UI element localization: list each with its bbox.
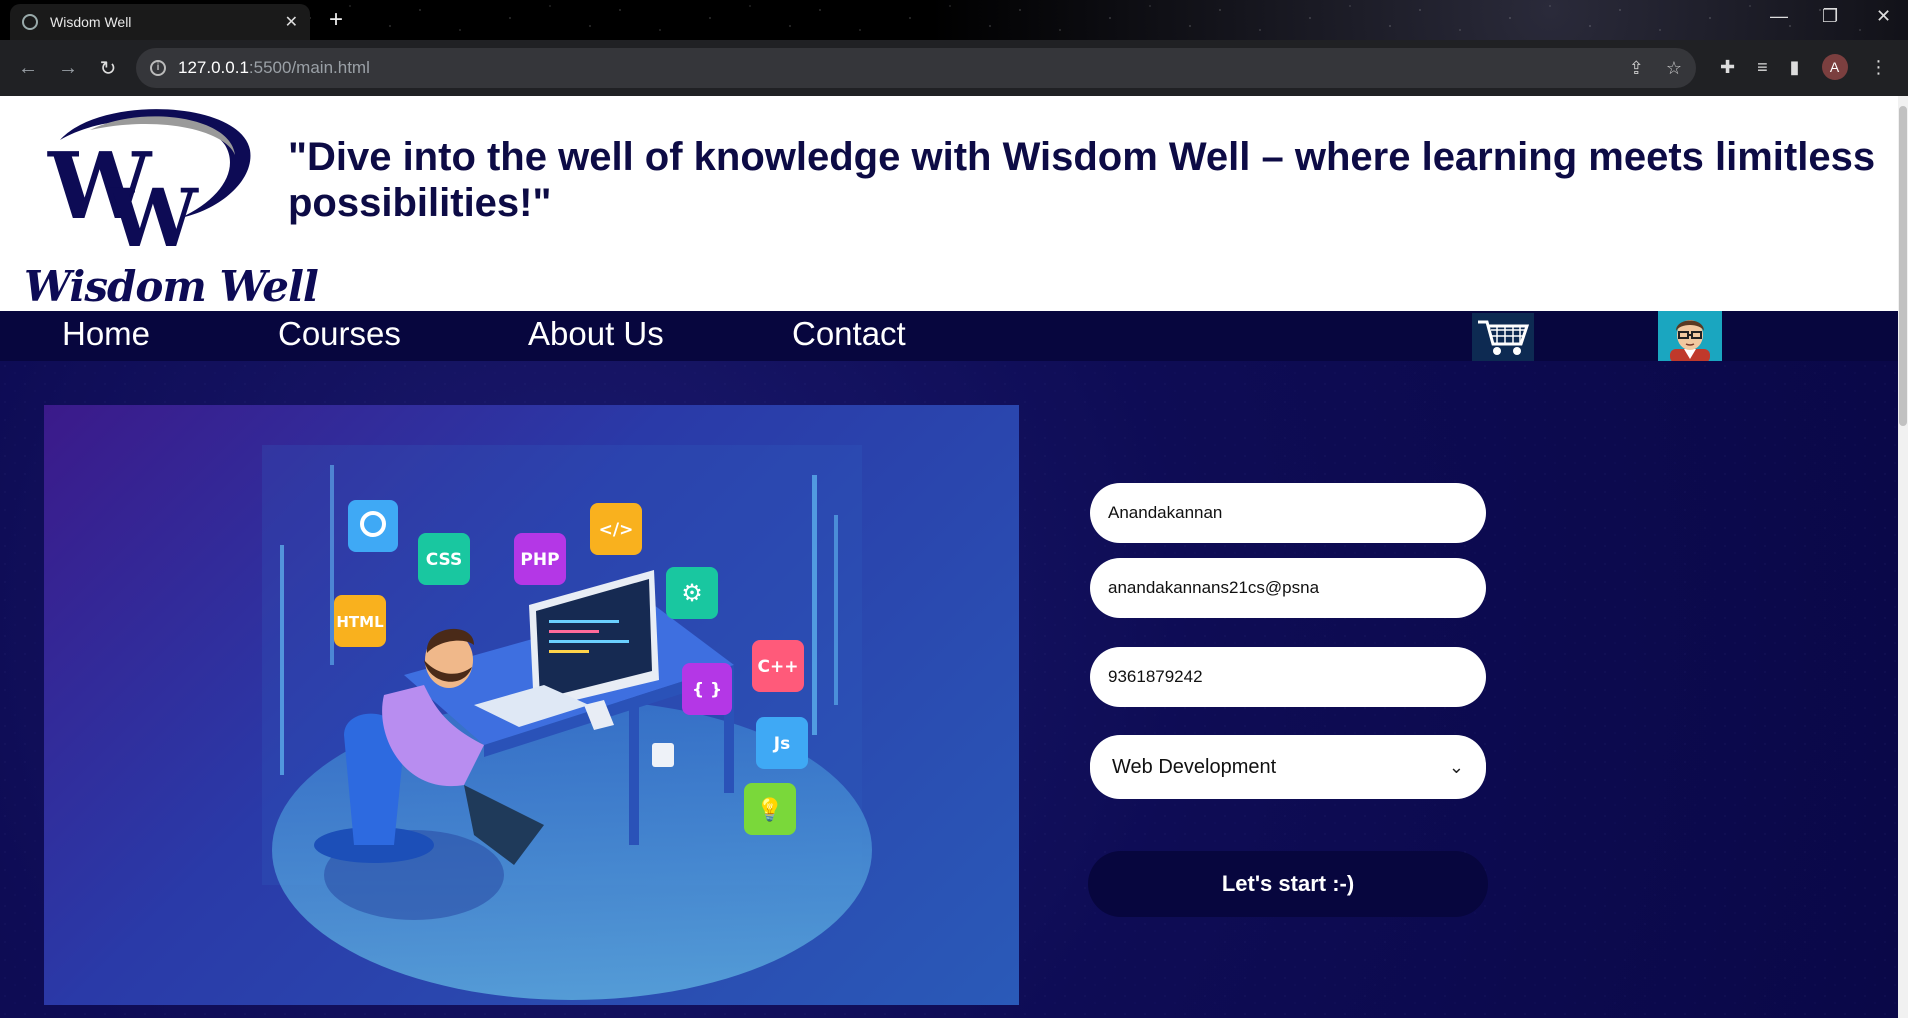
hero-illustration: HTML CSS PHP </> ⚙ C++ { } Js 💡 — [44, 405, 1019, 1005]
tab-close-icon[interactable]: ✕ — [285, 12, 298, 32]
url-path: :5500/main.html — [248, 58, 370, 77]
nav-contact[interactable]: Contact — [792, 315, 906, 353]
js-tile-label: Js — [773, 734, 790, 754]
svg-text:💡: 💡 — [756, 797, 783, 823]
share-icon[interactable]: ⇪ — [1629, 58, 1644, 79]
reading-list-icon[interactable]: ≡ — [1757, 57, 1768, 78]
nav-courses[interactable]: Courses — [278, 315, 401, 353]
phone-input[interactable]: 9361879242 — [1090, 647, 1486, 707]
cpp-tile-label: C++ — [758, 657, 799, 677]
site-info-icon[interactable]: i — [150, 60, 166, 76]
globe-icon — [22, 14, 38, 30]
header-tagline: "Dive into the well of knowledge with Wi… — [288, 135, 1876, 225]
main-navbar: Home Courses About Us Contact — [0, 311, 1898, 361]
cart-button[interactable] — [1472, 313, 1534, 361]
profile-avatar[interactable]: A — [1821, 54, 1848, 80]
bookmark-star-icon[interactable]: ☆ — [1666, 58, 1682, 79]
extensions-puzzle-icon[interactable]: ✚ — [1720, 57, 1735, 78]
forward-arrow-icon[interactable]: → — [48, 57, 88, 80]
name-input[interactable]: Anandakannan — [1090, 483, 1486, 543]
php-tile-label: PHP — [520, 550, 559, 570]
user-avatar-icon — [1670, 320, 1710, 361]
logo-wordmark: Wisdom Well — [24, 262, 319, 311]
menu-kebab-icon[interactable]: ⋮ — [1870, 57, 1888, 78]
side-panel-icon[interactable]: ▮ — [1790, 57, 1800, 78]
address-bar[interactable]: i 127.0.0.1:5500/main.html ⇪ ☆ — [136, 48, 1696, 88]
nav-home[interactable]: Home — [62, 315, 150, 353]
new-tab-button[interactable]: + — [322, 6, 350, 34]
main-section: HTML CSS PHP </> ⚙ C++ { } Js 💡 Anandaka… — [0, 361, 1898, 1018]
scrollbar-thumb[interactable] — [1899, 106, 1907, 426]
lets-start-button[interactable]: Let's start :-) — [1088, 851, 1488, 917]
html-tile-label: HTML — [336, 613, 384, 631]
close-window-button[interactable]: ✕ — [1876, 6, 1891, 27]
svg-text:⚙: ⚙ — [681, 579, 703, 607]
tab-title: Wisdom Well — [50, 14, 132, 30]
url-host: 127.0.0.1 — [178, 58, 249, 77]
braces-tile-label: { } — [692, 680, 722, 700]
browser-tab-strip: Wisdom Well ✕ + — ❐ ✕ — [0, 0, 1908, 40]
code-tile-label: </> — [599, 520, 634, 540]
css-tile-label: CSS — [426, 550, 463, 570]
nav-about-us[interactable]: About Us — [528, 315, 664, 353]
site-header: W W Wisdom Well "Dive into the well of k… — [0, 96, 1898, 311]
shopping-cart-icon — [1478, 320, 1530, 355]
maximize-button[interactable]: ❐ — [1822, 6, 1838, 27]
course-select-value: Web Development — [1112, 755, 1277, 778]
page: W W Wisdom Well "Dive into the well of k… — [0, 96, 1908, 1018]
developer-illustration: HTML CSS PHP </> ⚙ C++ { } Js 💡 — [262, 445, 872, 1000]
browser-toolbar: ← → ↻ i 127.0.0.1:5500/main.html ⇪ ☆ ✚ ≡… — [0, 40, 1908, 96]
svg-text:W: W — [107, 171, 199, 265]
back-arrow-icon[interactable]: ← — [8, 57, 48, 80]
course-select[interactable]: Web Development ⌄ — [1090, 735, 1486, 799]
page-scrollbar[interactable] — [1898, 96, 1908, 1018]
user-avatar-button[interactable] — [1658, 311, 1722, 361]
email-input[interactable]: anandakannans21cs@psna — [1090, 558, 1486, 618]
minimize-button[interactable]: — — [1770, 6, 1788, 27]
chevron-down-icon: ⌄ — [1448, 756, 1464, 777]
reload-icon[interactable]: ↻ — [88, 56, 128, 81]
browser-tab[interactable]: Wisdom Well ✕ — [10, 4, 310, 40]
